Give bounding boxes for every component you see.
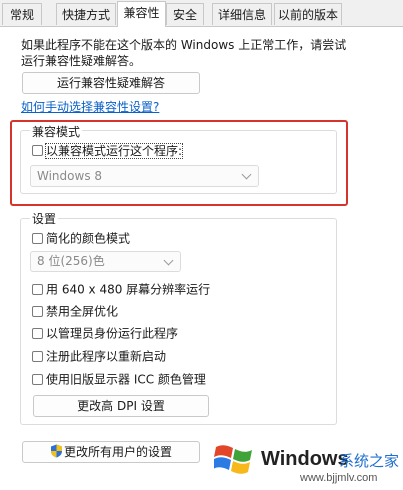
color-depth-value: 8 位(256)色 [37,254,105,268]
compat-os-dropdown[interactable]: Windows 8 [30,165,259,187]
run-as-admin-checkbox[interactable] [32,328,43,339]
windows-logo-icon [214,445,252,474]
compat-os-value: Windows 8 [37,169,103,183]
reduced-color-label: 简化的颜色模式 [46,231,131,246]
reduced-color-checkbox[interactable] [32,233,43,244]
watermark-url: www.bjjmlv.com [300,472,378,484]
tab-shortcut[interactable]: 快捷方式 [56,3,116,25]
run-as-admin-row[interactable]: 以管理员身份运行此程序 [32,325,178,341]
intro-text: 如果此程序不能在这个版本的 Windows 上正常工作，请尝试 运行兼容性疑难解… [21,37,371,69]
tab-label: 详细信息 [217,8,266,22]
run-as-admin-label: 以管理员身份运行此程序 [46,326,179,341]
tab-compatibility[interactable]: 兼容性 [117,1,166,27]
compat-mode-checkbox[interactable] [32,145,43,156]
tab-label: 快捷方式 [61,8,110,22]
manual-settings-link[interactable]: 如何手动选择兼容性设置? [21,98,159,115]
tab-security[interactable]: 安全 [166,3,204,25]
tab-details[interactable]: 详细信息 [212,3,272,25]
tab-label: 兼容性 [123,6,160,20]
compat-mode-title: 兼容模式 [30,123,83,140]
legacy-icc-label: 使用旧版显示器 ICC 颜色管理 [46,372,206,387]
tab-label: 以前的版本 [277,8,338,22]
change-all-users-button[interactable]: 更改所有用户的设置 [22,441,200,463]
change-dpi-button[interactable]: 更改高 DPI 设置 [33,395,209,417]
disable-fullscreen-row[interactable]: 禁用全屏优化 [32,303,118,319]
button-label: 运行兼容性疑难解答 [56,76,165,90]
legacy-icc-checkbox[interactable] [32,374,43,385]
tab-general[interactable]: 常规 [2,3,42,25]
tab-previous-versions[interactable]: 以前的版本 [274,3,342,25]
settings-title: 设置 [30,210,59,227]
disable-fullscreen-checkbox[interactable] [32,306,43,317]
color-depth-dropdown[interactable]: 8 位(256)色 [30,251,181,272]
tab-strip: 常规 快捷方式 兼容性 安全 详细信息 以前的版本 [0,0,403,27]
res-640-label: 用 640 x 480 屏幕分辨率运行 [46,282,211,297]
intro-line-2: 运行兼容性疑难解答。 [21,54,142,68]
tab-label: 常规 [9,8,34,22]
legacy-icc-row[interactable]: 使用旧版显示器 ICC 颜色管理 [32,371,206,387]
register-restart-checkbox[interactable] [32,351,43,362]
compat-mode-label: 以兼容模式运行这个程序: [44,142,184,159]
intro-line-1: 如果此程序不能在这个版本的 Windows 上正常工作，请尝试 [21,38,347,52]
chevron-down-icon [163,255,174,265]
register-restart-row[interactable]: 注册此程序以重新启动 [32,348,166,364]
button-label: 更改高 DPI 设置 [77,399,165,413]
res-640-row[interactable]: 用 640 x 480 屏幕分辨率运行 [32,281,210,297]
shield-icon [50,444,62,458]
chevron-down-icon [241,169,252,180]
res-640-checkbox[interactable] [32,284,43,295]
watermark-cn: 系统之家 [339,452,400,470]
settings-group [20,218,337,425]
reduced-color-row[interactable]: 简化的颜色模式 [32,230,130,246]
disable-fullscreen-label: 禁用全屏优化 [46,304,119,319]
run-troubleshooter-button[interactable]: 运行兼容性疑难解答 [22,72,200,94]
register-restart-label: 注册此程序以重新启动 [46,349,167,364]
compat-mode-row[interactable]: 以兼容模式运行这个程序: [32,142,184,159]
watermark-brand: Windows [261,448,349,470]
button-label: 更改所有用户的设置 [63,445,172,459]
tab-label: 安全 [172,8,197,22]
